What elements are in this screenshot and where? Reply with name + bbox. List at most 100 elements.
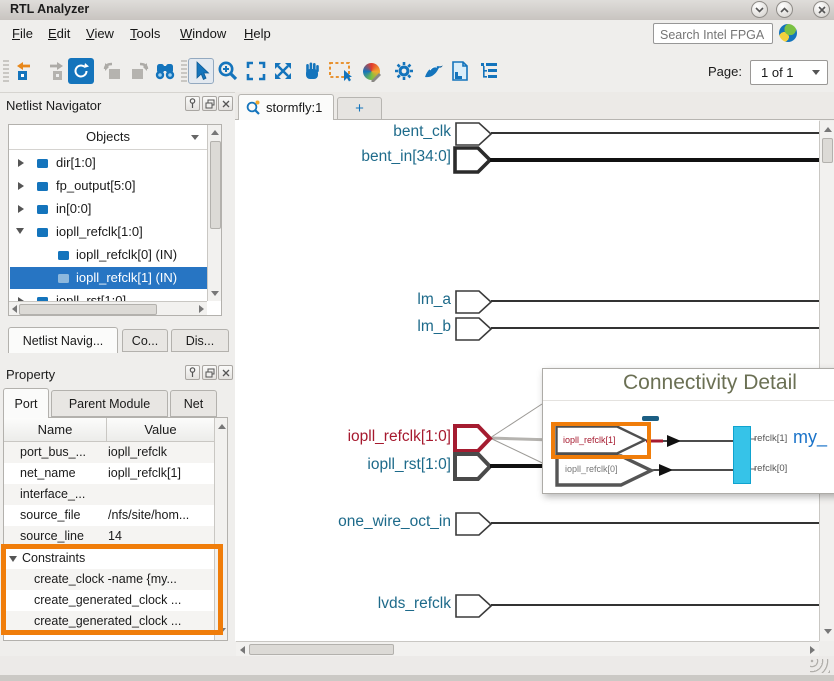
zoom-fit-icon[interactable] (243, 58, 269, 84)
input-port-symbol[interactable] (455, 317, 493, 341)
menu-edit[interactable]: Edit (44, 24, 74, 43)
globe-icon[interactable] (779, 24, 797, 42)
pop-in-icon[interactable] (99, 58, 125, 84)
menu-view[interactable]: View (82, 24, 118, 43)
tab-port[interactable]: Port (3, 388, 49, 418)
close-button[interactable] (813, 1, 830, 18)
expander-icon[interactable] (18, 159, 24, 167)
forward-icon[interactable] (42, 58, 68, 84)
tab-net[interactable]: Net (170, 390, 217, 417)
expander-icon[interactable] (16, 228, 24, 234)
tree-item-iopll-rst[interactable]: iopll_rst[1:0] (10, 290, 207, 301)
report-document-icon[interactable] (447, 58, 473, 84)
settings-gear-icon[interactable] (391, 58, 417, 84)
pan-tool-icon[interactable] (299, 58, 325, 84)
canvas-horizontal-scrollbar[interactable] (236, 641, 819, 656)
port-label-lm-b[interactable]: lm_b (417, 318, 451, 336)
bird-icon[interactable] (420, 58, 446, 84)
tab-stormfly[interactable]: stormfly:1 (238, 94, 334, 120)
tree-item-fp-output[interactable]: fp_output[5:0] (10, 175, 207, 197)
tab-netlist-navigator[interactable]: Netlist Navig... (8, 327, 118, 353)
resize-grip[interactable] (810, 659, 830, 673)
page-selector[interactable]: 1 of 1 (750, 60, 828, 85)
column-header-value[interactable]: Value (107, 418, 214, 441)
tab-label: Netlist Navig... (23, 334, 104, 348)
port-label-iopll-refclk[interactable]: iopll_refclk[1:0] (348, 428, 451, 446)
scrollbar-thumb[interactable] (210, 141, 221, 229)
close-icon[interactable] (218, 365, 233, 380)
pop-out-icon[interactable] (127, 58, 153, 84)
scroll-up-icon[interactable] (211, 130, 219, 135)
expander-icon[interactable] (18, 182, 24, 190)
scrollbar-thumb[interactable] (822, 138, 833, 163)
input-port-symbol[interactable] (455, 594, 493, 618)
table-row[interactable]: net_name iopll_refclk[1] (4, 463, 214, 484)
maximize-button[interactable] (776, 1, 793, 18)
port-label-lvds-refclk[interactable]: lvds_refclk (378, 595, 451, 613)
minimize-button[interactable] (751, 1, 768, 18)
pin-icon[interactable] (185, 365, 200, 380)
input-bus-port-symbol[interactable] (453, 452, 493, 481)
table-row[interactable]: port_bus_... iopll_refclk (4, 442, 214, 463)
toolbar-grip[interactable] (181, 60, 187, 82)
pin-icon[interactable] (185, 96, 200, 111)
scroll-down-icon[interactable] (824, 629, 832, 634)
search-input[interactable] (658, 25, 772, 44)
tree-item-iopll-refclk-1-selected[interactable]: iopll_refclk[1] (IN) (10, 267, 207, 289)
scroll-up-icon[interactable] (218, 424, 226, 429)
port-label-iopll-rst[interactable]: iopll_rst[1:0] (367, 456, 451, 474)
scrollbar-thumb[interactable] (249, 644, 394, 655)
scrollbar-thumb[interactable] (19, 304, 157, 315)
scroll-right-icon[interactable] (810, 646, 815, 654)
menu-file[interactable]: File (8, 24, 37, 43)
port-label-lm-a[interactable]: lm_a (417, 291, 451, 309)
port-label-one-wire-oct-in[interactable]: one_wire_oct_in (338, 513, 451, 531)
new-tab-button[interactable]: + (337, 97, 382, 120)
scroll-right-icon[interactable] (199, 305, 204, 313)
float-icon[interactable] (202, 365, 217, 380)
scroll-left-icon[interactable] (240, 646, 245, 654)
select-tool-icon[interactable] (188, 58, 214, 84)
tree-item-iopll-refclk[interactable]: iopll_refclk[1:0] (10, 221, 207, 243)
input-port-symbol[interactable] (455, 122, 493, 146)
refresh-icon[interactable] (68, 58, 94, 84)
tab-connectivity[interactable]: Co... (122, 329, 168, 352)
scroll-left-icon[interactable] (12, 305, 17, 313)
column-header-name[interactable]: Name (4, 418, 107, 441)
schematic-magnifier-icon (246, 100, 261, 115)
tree-item-iopll-refclk-0[interactable]: iopll_refclk[0] (IN) (10, 244, 207, 266)
table-row[interactable]: source_file /nfs/site/hom... (4, 505, 214, 526)
tab-parent-module[interactable]: Parent Module (51, 390, 168, 417)
scroll-up-icon[interactable] (824, 127, 832, 132)
hierarchy-list-icon[interactable] (476, 58, 502, 84)
tree-item-in[interactable]: in[0:0] (10, 198, 207, 220)
table-row[interactable]: interface_... (4, 484, 214, 505)
objects-column-header[interactable]: Objects (9, 125, 207, 150)
connectivity-details-popup[interactable]: Connectivity Detail iopll_refclk[1] iopl… (542, 368, 834, 494)
menu-help[interactable]: Help (240, 24, 275, 43)
scroll-down-icon[interactable] (211, 291, 219, 296)
tree-horizontal-scrollbar[interactable] (9, 301, 207, 315)
port-label-bent-in[interactable]: bent_in[34:0] (361, 148, 451, 166)
input-port-symbol[interactable] (455, 290, 493, 314)
close-icon[interactable] (218, 96, 233, 111)
color-settings-icon[interactable] (358, 58, 384, 84)
target-block[interactable] (733, 426, 751, 484)
toolbar-grip[interactable] (3, 60, 9, 82)
expander-icon[interactable] (18, 205, 24, 213)
menu-window[interactable]: Window (176, 24, 230, 43)
tree-item-dir[interactable]: dir[1:0] (10, 152, 207, 174)
back-icon[interactable] (12, 58, 38, 84)
port-label-bent-clk[interactable]: bent_clk (393, 123, 451, 141)
marquee-select-icon[interactable] (328, 58, 354, 84)
float-icon[interactable] (202, 96, 217, 111)
zoom-in-tool-icon[interactable] (215, 58, 241, 84)
input-port-symbol[interactable] (455, 512, 493, 536)
selected-bus-port-symbol[interactable] (453, 424, 493, 453)
search-netlist-icon[interactable] (152, 58, 178, 84)
input-bus-port-symbol[interactable] (453, 146, 493, 174)
fit-selection-icon[interactable] (270, 58, 296, 84)
tab-distribution[interactable]: Dis... (171, 329, 229, 352)
menu-tools[interactable]: Tools (126, 24, 164, 43)
tree-vertical-scrollbar[interactable] (207, 125, 221, 301)
